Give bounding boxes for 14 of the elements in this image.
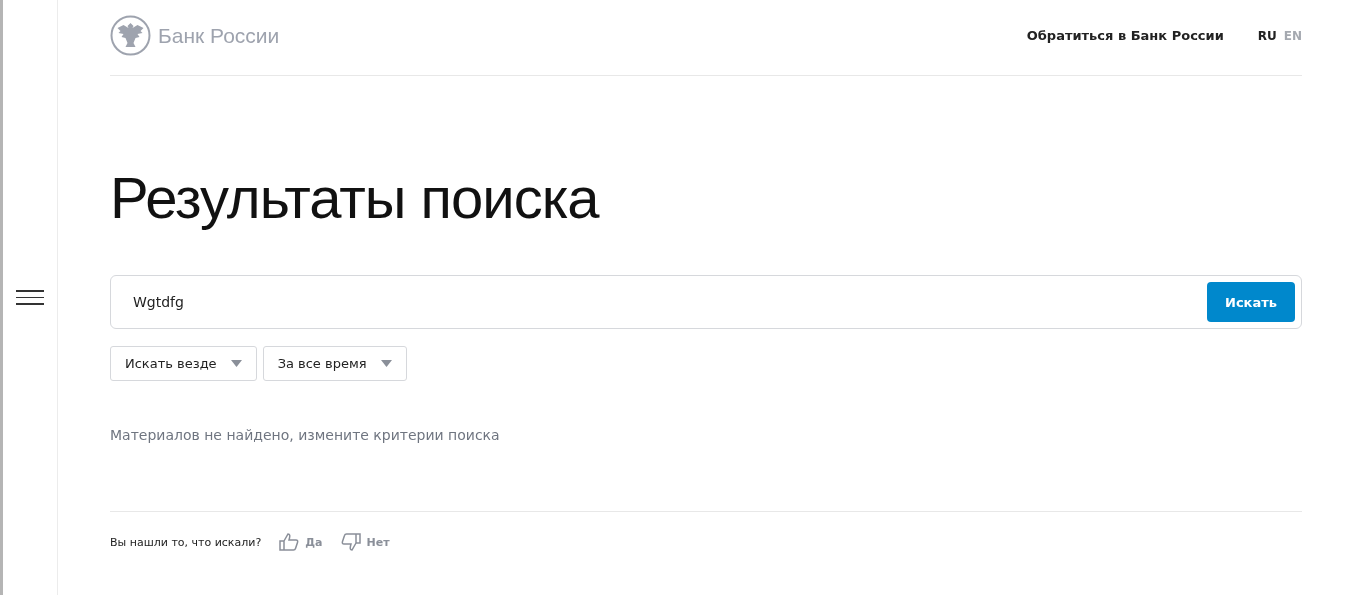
language-link[interactable]: RU <box>1257 28 1277 43</box>
thumbs-down-icon <box>340 533 361 551</box>
menu-icon[interactable] <box>16 290 44 305</box>
empty-results-message: Материалов не найдено, измените критерии поиска <box>110 427 1302 512</box>
page-title: Результаты поиска <box>110 166 601 230</box>
search-button[interactable]: Искать <box>1207 282 1295 322</box>
filter-dropdown[interactable]: Искать везде <box>110 346 257 381</box>
filter-dropdown[interactable]: За все время <box>262 346 407 381</box>
thumbs-up-icon <box>279 533 300 551</box>
contact-link[interactable]: Обратиться в Банк России <box>1026 28 1224 43</box>
feedback-question: Вы нашли то, что искали? <box>110 535 262 549</box>
caret-icon <box>380 360 392 367</box>
caret-icon <box>230 360 242 367</box>
search-field[interactable]: Wgtdfg Искать <box>110 275 1302 329</box>
